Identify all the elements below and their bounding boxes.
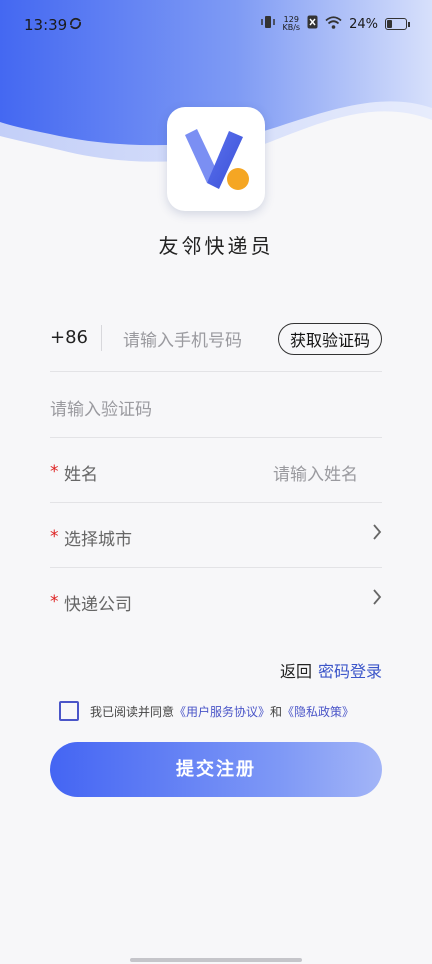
required-mark: * bbox=[50, 592, 59, 612]
sync-icon bbox=[69, 17, 82, 34]
required-mark: * bbox=[50, 462, 59, 482]
chevron-right-icon bbox=[372, 588, 382, 610]
phone-input[interactable]: 请输入手机号码 bbox=[123, 326, 242, 351]
required-mark: * bbox=[50, 527, 59, 547]
status-icons: 129 KB/s 24% bbox=[261, 15, 410, 33]
country-code[interactable]: +86 bbox=[50, 327, 88, 348]
agreement-and: 和 bbox=[270, 704, 283, 719]
back-password-login: 返回 密码登录 bbox=[280, 658, 382, 682]
network-speed: 129 KB/s bbox=[282, 16, 300, 32]
network-speed-unit: KB/s bbox=[282, 23, 301, 32]
app-logo bbox=[167, 107, 265, 211]
verification-code-row: 请输入验证码 bbox=[50, 373, 382, 438]
battery-icon bbox=[385, 18, 407, 30]
divider bbox=[101, 325, 102, 351]
get-code-button[interactable]: 获取验证码 bbox=[277, 323, 382, 355]
company-label: 快递公司 bbox=[64, 595, 132, 615]
agreement-prefix: 我已阅读并同意 bbox=[90, 704, 175, 719]
submit-register-button[interactable]: 提交注册 bbox=[50, 742, 382, 797]
city-label: 选择城市 bbox=[64, 530, 132, 550]
status-time: 13:39 bbox=[24, 16, 68, 34]
verification-code-input[interactable]: 请输入验证码 bbox=[50, 395, 152, 420]
vibrate-icon bbox=[261, 15, 276, 33]
back-link[interactable]: 返回 bbox=[280, 662, 312, 681]
name-input[interactable]: 请输入姓名 bbox=[273, 460, 358, 485]
home-indicator[interactable] bbox=[130, 958, 302, 962]
status-bar: 13:39 129 KB/s 24% bbox=[0, 0, 432, 52]
agreement-row: 我已阅读并同意 《用户服务协议》和《隐私政策》 bbox=[59, 701, 354, 721]
battery-tip bbox=[408, 21, 410, 27]
sim-off-icon bbox=[307, 15, 318, 33]
user-agreement-link[interactable]: 《用户服务协议》 bbox=[174, 703, 270, 720]
wifi-icon bbox=[325, 15, 342, 33]
phone-row: +86 请输入手机号码 获取验证码 bbox=[50, 307, 382, 372]
password-login-link[interactable]: 密码登录 bbox=[318, 662, 382, 681]
name-row: * 姓名 请输入姓名 bbox=[50, 438, 382, 503]
name-label: 姓名 bbox=[64, 465, 98, 485]
battery-percent: 24% bbox=[349, 16, 378, 32]
app-name: 友邻快递员 bbox=[158, 234, 274, 258]
agreement-checkbox[interactable] bbox=[59, 701, 79, 721]
privacy-policy-link[interactable]: 《隐私政策》 bbox=[282, 703, 354, 720]
chevron-right-icon bbox=[372, 523, 382, 545]
city-select[interactable]: * 选择城市 bbox=[50, 503, 382, 568]
company-select[interactable]: * 快递公司 bbox=[50, 568, 382, 632]
